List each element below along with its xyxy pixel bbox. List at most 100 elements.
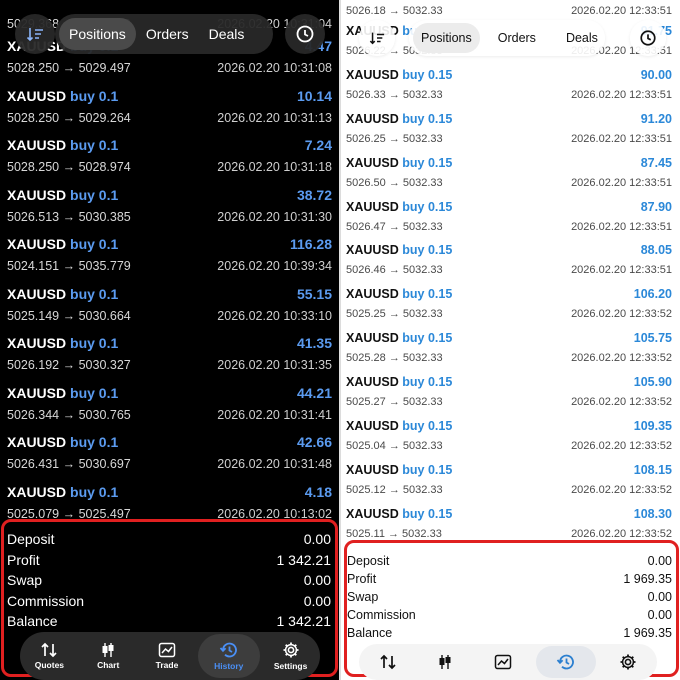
deal-time: 2026.02.20 10:31:48 xyxy=(217,457,332,471)
deal-row[interactable]: XAUUSD buy 0.15 87.90 5026.47 → 5032.33 202… xyxy=(346,196,680,240)
nav-quotes[interactable]: Quotes xyxy=(21,634,77,678)
top-bar: Positions Orders Deals xyxy=(341,0,680,70)
bottom-nav xyxy=(359,644,657,680)
deal-direction: buy 0.1 xyxy=(70,285,119,302)
tab-orders[interactable]: Orders xyxy=(490,23,544,53)
deal-profit: 44.21 xyxy=(296,384,332,401)
deal-prices: 5026.33 → 5032.33 xyxy=(346,88,443,101)
nav-history[interactable]: History xyxy=(197,634,260,678)
deal-row[interactable]: XAUUSD buy 0.15 105.75 5025.28 → 5032.33 20… xyxy=(346,327,680,371)
deal-time: 2026.02.20 12:33:52 xyxy=(571,483,672,496)
deal-symbol: XAUUSD xyxy=(7,236,67,252)
deal-row[interactable]: XAUUSD buy 0.1 42.66 5026.431 → 5030.697 20… xyxy=(7,430,340,480)
summary-value: 0.00 xyxy=(303,531,331,547)
deal-prices: 5026.431 → 5030.697 xyxy=(7,457,131,471)
deal-direction: buy 0.1 xyxy=(70,87,119,104)
deal-row-details: 5026.47 → 5032.33 2026.02.20 12:33:51 xyxy=(346,218,680,236)
deal-row-details: 5026.192 → 5030.327 2026.02.20 10:31:35 xyxy=(7,355,340,375)
deal-row-details: 5024.151 → 5035.779 2026.02.20 10:39:34 xyxy=(7,256,340,276)
deal-profit: 41.35 xyxy=(296,335,332,351)
nav-settings[interactable]: Settings xyxy=(263,634,319,678)
deal-direction: buy 0.1 xyxy=(70,137,119,153)
deals-list[interactable]: 5029.368 → 5030.0002026.02.20 10:31:04XA… xyxy=(0,17,340,529)
summary-row-swap: Swap 0.00 xyxy=(4,570,335,591)
summary-label: Profit xyxy=(7,551,40,568)
period-button[interactable] xyxy=(630,20,666,56)
nav-chart-label: Chart xyxy=(97,660,120,670)
deal-prices: 5026.50 → 5032.33 xyxy=(346,176,443,189)
deal-row[interactable]: XAUUSD buy 0.15 91.20 5026.25 → 5032.33 202… xyxy=(346,108,680,152)
deal-row[interactable]: XAUUSD buy 0.15 90.00 5026.33 → 5032.33 202… xyxy=(346,64,680,108)
deal-profit: 38.72 xyxy=(296,186,332,203)
deal-symbol: XAUUSD xyxy=(346,287,399,302)
summary-value: 0.00 xyxy=(303,572,331,588)
deal-row[interactable]: XAUUSD buy 0.1 44.21 5026.344 → 5030.765 20… xyxy=(7,381,340,431)
light-history-panel: 5026.18 → 5032.332026.02.20 12:33:51XAUU… xyxy=(340,0,680,680)
deal-row[interactable]: XAUUSD buy 0.1 7.24 5028.250 → 5028.974 202… xyxy=(7,133,340,183)
deal-row-header: XAUUSD buy 0.1 41.35 xyxy=(7,331,340,355)
deal-row-details: 5026.50 → 5032.33 2026.02.20 12:33:51 xyxy=(346,174,680,192)
deal-row-header: XAUUSD buy 0.1 38.72 xyxy=(7,183,340,207)
nav-history[interactable] xyxy=(535,646,596,678)
deal-row-details: 5026.431 → 5030.697 2026.02.20 10:31:48 xyxy=(7,454,340,474)
deal-symbol: XAUUSD xyxy=(7,87,67,104)
period-button[interactable] xyxy=(285,14,325,54)
tab-deals[interactable]: Deals xyxy=(199,18,255,50)
deal-time: 2026.02.20 12:33:52 xyxy=(571,396,672,409)
nav-settings[interactable] xyxy=(603,646,653,678)
summary-row-deposit: Deposit 0.00 xyxy=(4,529,335,550)
deal-row-details: 5025.25 → 5032.33 2026.02.20 12:33:52 xyxy=(346,305,680,323)
nav-trade[interactable]: Trade xyxy=(139,634,195,678)
deal-direction: buy 0.1 xyxy=(70,384,119,401)
quotes-icon xyxy=(380,654,396,670)
deal-row[interactable]: XAUUSD buy 0.15 109.35 5025.04 → 5032.33 20… xyxy=(346,415,680,459)
deal-row-details: 5028.250 → 5029.264 2026.02.20 10:31:13 xyxy=(7,108,340,128)
deal-direction: buy 0.15 xyxy=(402,111,453,126)
tab-positions[interactable]: Positions xyxy=(413,23,480,53)
clock-icon xyxy=(296,25,314,43)
deal-time: 2026.02.20 12:33:51 xyxy=(571,220,672,233)
deal-profit: 105.90 xyxy=(633,375,672,390)
nav-chart[interactable] xyxy=(420,646,470,678)
sort-filter-button[interactable] xyxy=(359,20,395,56)
deal-row-header: XAUUSD buy 0.15 105.75 xyxy=(346,327,680,349)
deal-row-header: XAUUSD buy 0.1 4.18 xyxy=(7,480,340,504)
deal-row-header: XAUUSD buy 0.15 91.20 xyxy=(346,108,680,130)
tab-deals[interactable]: Deals xyxy=(558,23,606,53)
tab-positions[interactable]: Positions xyxy=(59,18,136,50)
deal-row[interactable]: XAUUSD buy 0.15 87.45 5026.50 → 5032.33 202… xyxy=(346,152,680,196)
summary-label: Deposit xyxy=(7,531,55,547)
summary-value: 0.00 xyxy=(647,590,672,604)
deal-time: 2026.02.20 12:33:52 xyxy=(571,308,672,321)
summary-value: 1 969.35 xyxy=(623,626,672,640)
sort-filter-button[interactable] xyxy=(15,14,55,54)
deal-row[interactable]: XAUUSD buy 0.1 10.14 5028.250 → 5029.264 20… xyxy=(7,84,340,134)
deal-time: 2026.02.20 10:31:30 xyxy=(217,209,332,224)
nav-trade[interactable] xyxy=(478,646,528,678)
deal-time: 2026.02.20 10:31:35 xyxy=(217,358,332,372)
deal-symbol: XAUUSD xyxy=(346,506,399,521)
deal-row[interactable]: XAUUSD buy 0.1 38.72 5026.513 → 5030.385 20… xyxy=(7,183,340,233)
deal-row[interactable]: XAUUSD buy 0.1 116.28 5024.151 → 5035.779 2… xyxy=(7,232,340,282)
deal-row-header: XAUUSD buy 0.1 7.24 xyxy=(7,133,340,157)
summary-label: Balance xyxy=(347,626,393,640)
summary-label: Swap xyxy=(347,590,379,604)
deal-row[interactable]: XAUUSD buy 0.15 108.15 5025.12 → 5032.33 20… xyxy=(346,459,680,503)
tab-orders[interactable]: Orders xyxy=(136,18,199,50)
deal-time: 2026.02.20 12:33:51 xyxy=(571,132,672,145)
deal-direction: buy 0.15 xyxy=(402,419,453,434)
deals-list[interactable]: 5026.18 → 5032.332026.02.20 12:33:51XAUU… xyxy=(341,5,680,547)
deal-row[interactable]: XAUUSD buy 0.15 88.05 5026.46 → 5032.33 202… xyxy=(346,239,680,283)
nav-chart[interactable]: Chart xyxy=(80,634,136,678)
nav-quotes[interactable] xyxy=(363,646,413,678)
summary-label: Deposit xyxy=(347,554,390,568)
summary-row-balance: Balance 1 342.21 xyxy=(4,611,335,632)
deal-row-header: XAUUSD buy 0.1 10.14 xyxy=(7,84,340,108)
deal-row[interactable]: XAUUSD buy 0.15 106.20 5025.25 → 5032.33 20… xyxy=(346,283,680,327)
summary-value: 0.00 xyxy=(647,608,672,622)
deal-row[interactable]: XAUUSD buy 0.1 55.15 5025.149 → 5030.664 20… xyxy=(7,282,340,332)
deal-row[interactable]: XAUUSD buy 0.1 41.35 5026.192 → 5030.327 20… xyxy=(7,331,340,381)
deal-row[interactable]: XAUUSD buy 0.15 105.90 5025.27 → 5032.33 20… xyxy=(346,371,680,415)
deal-time: 2026.02.20 10:31:13 xyxy=(217,110,332,125)
deal-row-header: XAUUSD buy 0.1 44.21 xyxy=(7,381,340,405)
